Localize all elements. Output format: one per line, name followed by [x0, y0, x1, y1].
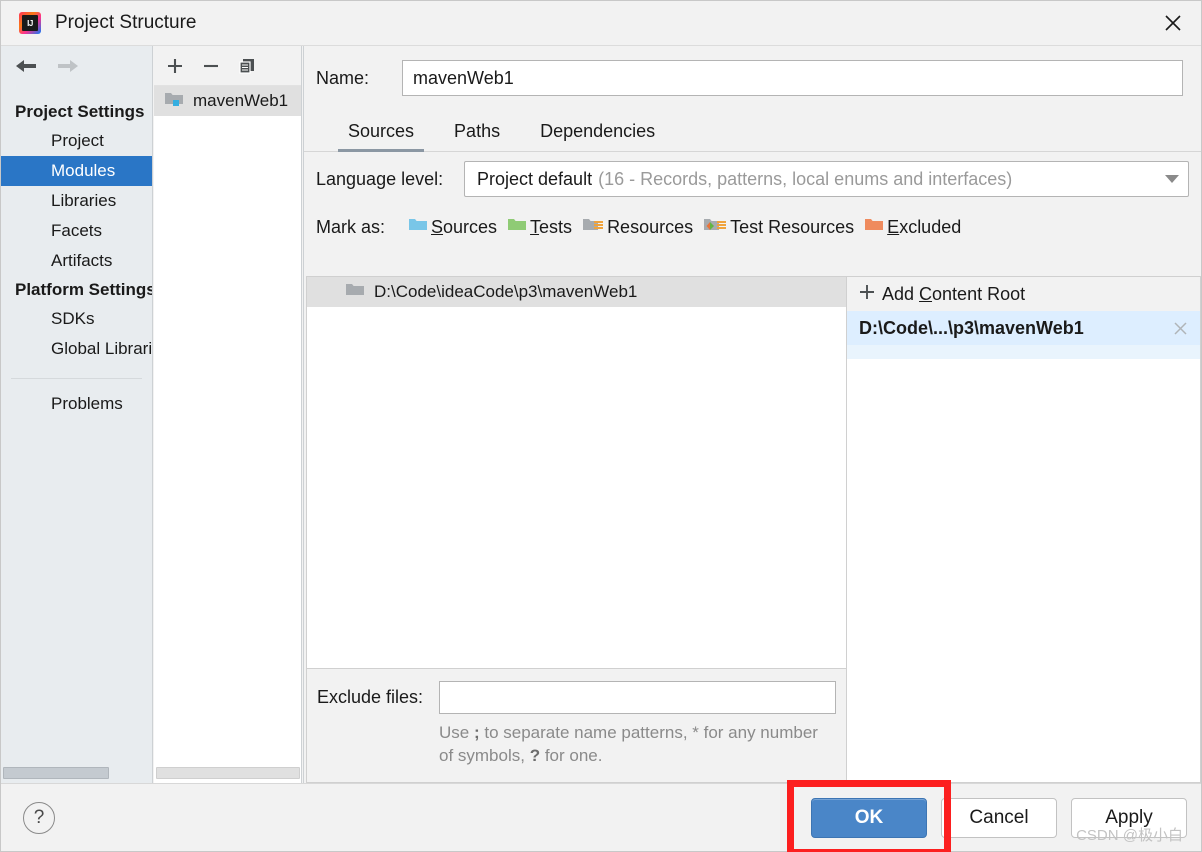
content-roots-list: Add Content Root D:\Code\...\p3\mavenWeb…: [846, 276, 1201, 783]
plus-icon[interactable]: [166, 57, 184, 75]
sidebar-group-project-settings: Project Settings: [15, 102, 145, 121]
module-folder-icon: [164, 90, 184, 112]
tree-row-label: D:\Code\ideaCode\p3\mavenWeb1: [374, 282, 638, 301]
sidebar-item-problems[interactable]: Problems: [1, 389, 152, 419]
content-root-label: D:\Code\...\p3\mavenWeb1: [859, 317, 1084, 338]
copy-icon[interactable]: [238, 57, 256, 75]
module-name-row: Name:: [304, 46, 1201, 110]
cancel-button[interactable]: Cancel: [941, 797, 1057, 838]
minus-icon[interactable]: [202, 57, 220, 75]
ok-button[interactable]: OK: [811, 797, 927, 838]
mark-as-row: Mark as: Sources Tests Resources Test Re…: [304, 206, 1201, 248]
resources-folder-icon: [582, 216, 604, 238]
sidebar-item-project[interactable]: Project: [1, 126, 152, 156]
sidebar-group-platform-settings: Platform Settings: [15, 280, 153, 299]
dialog-footer: ? OK Cancel Apply CSDN @极小白: [1, 779, 1201, 852]
test-resources-folder-icon: [703, 216, 727, 238]
sidebar-item-artifacts[interactable]: Artifacts: [1, 246, 152, 276]
exclude-files-section: Exclude files: Use ; to separate name pa…: [307, 668, 846, 782]
list-item-label: mavenWeb1: [193, 91, 289, 110]
tab-dependencies[interactable]: Dependencies: [520, 121, 675, 151]
language-level-description: (16 - Records, patterns, local enums and…: [598, 168, 1013, 189]
tab-paths[interactable]: Paths: [434, 121, 520, 151]
name-label: Name:: [316, 67, 370, 88]
logo-letters: IJ: [22, 15, 38, 31]
tree-row-content-root[interactable]: D:\Code\ideaCode\p3\mavenWeb1: [307, 277, 846, 307]
chevron-down-icon[interactable]: [1164, 174, 1180, 184]
tests-folder-icon: [507, 216, 527, 238]
sidebar-horizontal-scrollbar[interactable]: [3, 767, 109, 779]
mark-as-excluded-mnemonic: E: [887, 216, 900, 237]
exclude-files-label: Exclude files:: [317, 687, 424, 708]
plus-icon: [859, 284, 875, 305]
modules-panel: mavenWeb1: [154, 46, 302, 783]
mark-as-test-resources-button[interactable]: Test Resources: [703, 216, 854, 238]
dialog-button-group: OK Cancel Apply: [787, 779, 1187, 852]
arrow-left-icon[interactable]: [13, 57, 39, 75]
mark-as-sources-button[interactable]: Sources: [408, 216, 497, 238]
help-icon[interactable]: ?: [23, 801, 55, 834]
mark-as-label: Mark as:: [316, 216, 386, 237]
source-folders-tree: D:\Code\ideaCode\p3\mavenWeb1 Exclude fi…: [306, 276, 846, 783]
language-level-value: Project default: [477, 168, 593, 189]
arrow-right-icon[interactable]: [55, 57, 81, 75]
content-roots-area: D:\Code\ideaCode\p3\mavenWeb1 Exclude fi…: [306, 276, 1201, 783]
mark-as-resources-button[interactable]: Resources: [582, 216, 693, 238]
mark-as-tests-mnemonic: T: [530, 216, 540, 237]
settings-nav-list: Project Settings Project Modules Librari…: [1, 98, 152, 419]
hint-prefix: Use: [439, 723, 474, 743]
sidebar-separator: [11, 378, 142, 379]
settings-sidebar: Project Settings Project Modules Librari…: [1, 46, 153, 783]
add-content-root-button[interactable]: Add Content Root: [847, 277, 1200, 311]
sources-folder-icon: [408, 216, 428, 238]
sidebar-item-modules[interactable]: Modules: [1, 156, 152, 186]
exclude-files-row: Exclude files:: [317, 681, 836, 715]
mark-as-tests-button[interactable]: Tests: [507, 216, 572, 238]
language-level-row: Language level: Project default (16 - Re…: [304, 152, 1201, 206]
mark-as-excluded-button[interactable]: Excluded: [864, 216, 961, 238]
module-settings-main: Name: Sources Paths Dependencies Languag…: [303, 46, 1201, 783]
exclude-files-input[interactable]: [439, 681, 836, 715]
close-icon[interactable]: [1173, 321, 1188, 336]
hint-mid: to separate name patterns, * for any num…: [439, 723, 818, 766]
excluded-folder-icon: [864, 216, 884, 238]
sidebar-item-facets[interactable]: Facets: [1, 216, 152, 246]
intellij-logo-icon: IJ: [19, 12, 41, 34]
module-tabs: Sources Paths Dependencies: [304, 110, 1201, 152]
add-content-root-prefix: Add: [882, 283, 920, 304]
hint-suffix: for one.: [540, 746, 603, 766]
apply-button[interactable]: Apply: [1071, 797, 1187, 838]
mark-as-sources-label: ources: [443, 216, 498, 237]
folder-icon: [345, 281, 365, 303]
mark-as-excluded-label: xcluded: [899, 216, 962, 237]
sidebar-item-sdks[interactable]: SDKs: [1, 304, 152, 334]
title-bar: IJ Project Structure: [1, 1, 1201, 46]
exclude-files-hint: Use ; to separate name patterns, * for a…: [439, 722, 819, 768]
add-content-root-rest: ontent Root: [932, 283, 1026, 304]
tree-empty-body[interactable]: [307, 307, 846, 669]
tab-sources[interactable]: Sources: [328, 121, 434, 152]
language-level-label: Language level:: [316, 168, 444, 189]
module-name-input[interactable]: [402, 60, 1183, 96]
mark-as-tests-label: ests: [539, 216, 573, 237]
navigation-arrows: [1, 46, 152, 86]
hint-question: ?: [529, 746, 541, 766]
language-level-select[interactable]: Project default (16 - Records, patterns,…: [464, 161, 1189, 197]
sidebar-item-libraries[interactable]: Libraries: [1, 186, 152, 216]
mark-as-sources-mnemonic: S: [431, 216, 444, 237]
content-root-item[interactable]: D:\Code\...\p3\mavenWeb1: [847, 311, 1200, 345]
ok-button-wrapper: OK: [787, 779, 951, 852]
modules-toolbar: [154, 46, 301, 86]
close-icon[interactable]: [1145, 1, 1201, 45]
mark-as-test-resources-label: Test Resources: [730, 216, 855, 237]
content-roots-filler: [847, 345, 1200, 359]
window-title: Project Structure: [55, 12, 197, 33]
sidebar-item-global-libraries[interactable]: Global Libraries: [1, 334, 152, 364]
mark-as-resources-label: Resources: [607, 216, 694, 237]
modules-horizontal-scrollbar[interactable]: [156, 767, 300, 779]
list-item[interactable]: mavenWeb1: [154, 86, 301, 116]
add-content-root-mnemonic: C: [919, 283, 933, 304]
